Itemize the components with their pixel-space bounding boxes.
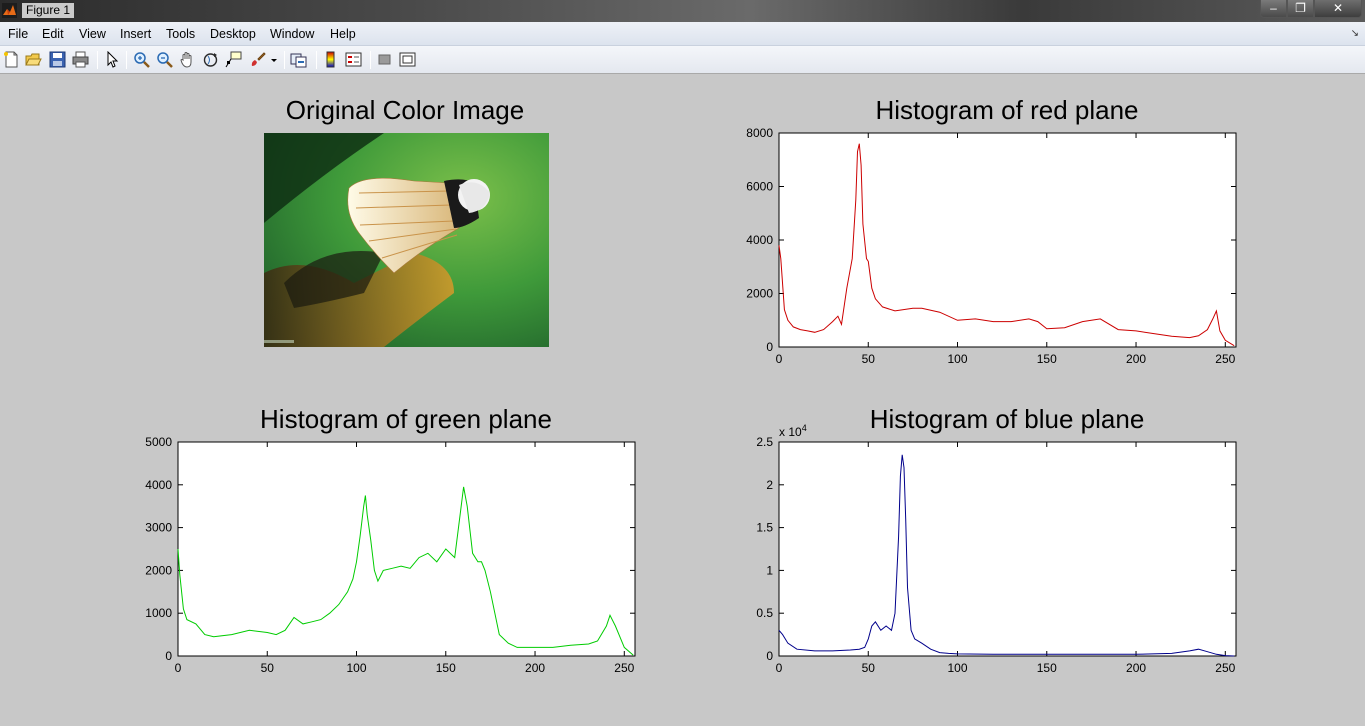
red-histogram-axes: 0 50 100 150 200 250 0 2000 4000 6000 8000 <box>746 126 1237 366</box>
open-file-icon[interactable] <box>25 51 42 68</box>
y-tick-label: 6000 <box>746 180 773 194</box>
x-tick-label: 150 <box>1037 661 1057 675</box>
x-tick-label: 100 <box>948 352 968 366</box>
show-plot-tools-icon[interactable] <box>399 51 416 68</box>
menu-edit[interactable]: Edit <box>42 27 64 41</box>
minimize-button[interactable]: – <box>1260 0 1287 18</box>
data-cursor-icon[interactable] <box>225 51 242 68</box>
x-tick-label: 150 <box>436 661 456 675</box>
x-tick-label: 100 <box>948 661 968 675</box>
x-tick-label: 200 <box>1126 661 1146 675</box>
y-tick-label: 2.5 <box>756 435 773 449</box>
x-tick-label: 100 <box>347 661 367 675</box>
menu-tools[interactable]: Tools <box>166 27 195 41</box>
close-button[interactable]: ✕ <box>1314 0 1362 18</box>
print-icon[interactable] <box>72 51 89 68</box>
red-histogram-title: Histogram of red plane <box>875 95 1139 125</box>
maximize-button[interactable]: ❐ <box>1287 0 1314 18</box>
y-tick-label: 2000 <box>746 287 773 301</box>
edit-plot-arrow-icon[interactable] <box>104 51 121 68</box>
y-tick-label: 5000 <box>145 435 172 449</box>
x-tick-label: 250 <box>1215 352 1235 366</box>
dock-icon[interactable]: ↘ <box>1351 28 1359 39</box>
menu-help[interactable]: Help <box>330 27 356 41</box>
y-tick-label: 0.5 <box>756 606 773 620</box>
x-tick-label: 50 <box>261 661 275 675</box>
x-tick-label: 50 <box>862 352 876 366</box>
y-tick-label: 1.5 <box>756 521 773 535</box>
y-tick-label: 8000 <box>746 126 773 140</box>
menu-view[interactable]: View <box>79 27 106 41</box>
green-histogram-title: Histogram of green plane <box>260 404 552 434</box>
figure-toolbar <box>0 46 1365 74</box>
x-tick-label: 250 <box>614 661 634 675</box>
zoom-in-icon[interactable] <box>133 51 150 68</box>
original-color-image <box>264 133 549 347</box>
save-icon[interactable] <box>49 51 66 68</box>
x-tick-label: 250 <box>1215 661 1235 675</box>
y-tick-label: 4000 <box>145 478 172 492</box>
menu-bar: File Edit View Insert Tools Desktop Wind… <box>0 22 1365 46</box>
x-tick-label: 0 <box>776 352 783 366</box>
y-tick-label: 1 <box>766 563 773 577</box>
link-plot-icon[interactable] <box>290 51 307 68</box>
menu-file[interactable]: File <box>8 27 28 41</box>
y-tick-label: 2000 <box>145 563 172 577</box>
menu-insert[interactable]: Insert <box>120 27 151 41</box>
x-tick-label: 200 <box>525 661 545 675</box>
y-axis-exponent: x 104 <box>779 423 807 439</box>
x-tick-label: 0 <box>175 661 182 675</box>
zoom-out-icon[interactable] <box>156 51 173 68</box>
y-tick-label: 0 <box>766 649 773 663</box>
colorbar-icon[interactable] <box>322 51 339 68</box>
plot-area <box>177 441 636 657</box>
plot-area <box>778 132 1237 348</box>
new-figure-icon[interactable] <box>3 51 20 68</box>
menu-window[interactable]: Window <box>270 27 314 41</box>
window-title: Figure 1 <box>22 3 75 18</box>
x-tick-label: 0 <box>776 661 783 675</box>
pan-hand-icon[interactable] <box>179 51 196 68</box>
brush-dropdown-icon[interactable] <box>269 51 279 68</box>
y-axis-exponent-base: x 10 <box>779 425 802 439</box>
rotate-3d-icon[interactable] <box>202 51 219 68</box>
hide-plot-tools-icon[interactable] <box>376 51 393 68</box>
brush-icon[interactable] <box>249 51 266 68</box>
toolbar-separator <box>126 51 127 69</box>
blue-histogram-axes: 0 50 100 150 200 250 0 0.5 1 1.5 2 2.5 x 104 <box>756 423 1237 675</box>
toolbar-separator <box>97 51 98 69</box>
image-axes-title: Original Color Image <box>285 95 525 125</box>
y-axis-exponent-power: 4 <box>802 423 807 433</box>
toolbar-separator <box>316 51 317 69</box>
window-titlebar[interactable]: Figure 1 – ❐ ✕ <box>0 0 1365 22</box>
y-tick-label: 3000 <box>145 521 172 535</box>
y-tick-label: 4000 <box>746 233 773 247</box>
matlab-icon <box>2 3 17 18</box>
toolbar-separator <box>284 51 285 69</box>
menu-desktop[interactable]: Desktop <box>210 27 256 41</box>
y-tick-label: 0 <box>766 340 773 354</box>
x-tick-label: 150 <box>1037 352 1057 366</box>
y-tick-label: 2 <box>766 478 773 492</box>
plot-area <box>778 441 1237 657</box>
y-tick-label: 0 <box>165 649 172 663</box>
x-tick-label: 200 <box>1126 352 1146 366</box>
legend-icon[interactable] <box>345 51 362 68</box>
x-tick-label: 50 <box>862 661 876 675</box>
toolbar-separator <box>370 51 371 69</box>
y-tick-label: 1000 <box>145 606 172 620</box>
green-histogram-axes: 0 50 100 150 200 250 0 1000 2000 3000 4000 5000 <box>145 435 636 675</box>
